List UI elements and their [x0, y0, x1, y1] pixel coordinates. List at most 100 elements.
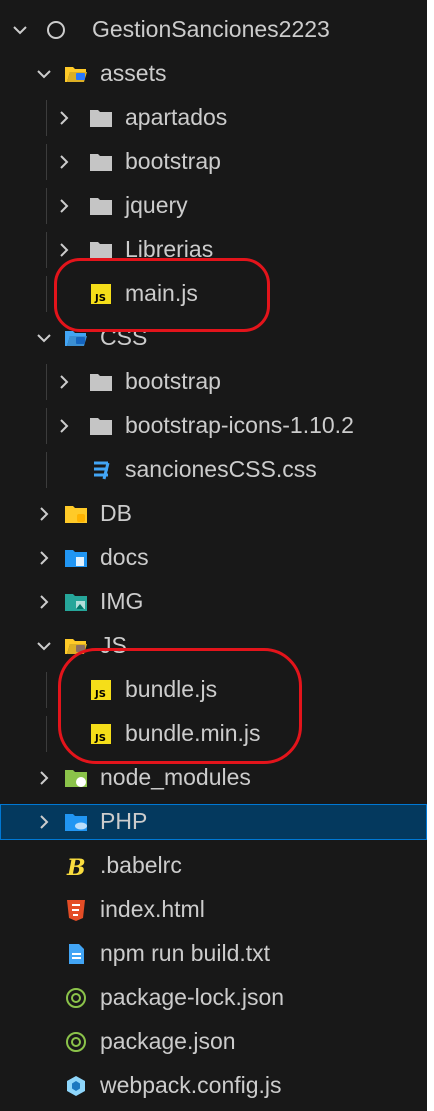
- item-label: webpack.config.js: [100, 1072, 282, 1098]
- item-label: docs: [100, 544, 149, 570]
- svg-text:JS: JS: [94, 733, 106, 744]
- chevron-right-icon[interactable]: [54, 240, 74, 260]
- npm-json-file-icon: [66, 1032, 86, 1052]
- chevron-right-icon[interactable]: [54, 416, 74, 436]
- folder-icon: [90, 418, 112, 435]
- folder-row-bootstrap[interactable]: bootstrap: [0, 364, 427, 400]
- folder-row-apartados[interactable]: apartados: [0, 100, 427, 136]
- file-row-package-lock-json[interactable]: package-lock.json: [0, 980, 427, 1016]
- html-file-icon: [67, 900, 85, 921]
- chevron-right-icon[interactable]: [34, 504, 54, 524]
- folder-row-bootstrap-icons-1-10-2[interactable]: bootstrap-icons-1.10.2: [0, 408, 427, 444]
- chevron-right-icon[interactable]: [34, 768, 54, 788]
- folder-row-bootstrap[interactable]: bootstrap: [0, 144, 427, 180]
- js-file-icon: JS: [91, 680, 111, 700]
- folder-node-icon: [65, 770, 87, 787]
- file-row-bundle-min-js[interactable]: JS bundle.min.js: [0, 716, 427, 752]
- chevron-right-icon[interactable]: [34, 548, 54, 568]
- file-row-bundle-js[interactable]: JS bundle.js: [0, 672, 427, 708]
- item-label: .babelrc: [100, 852, 182, 878]
- item-label: bootstrap: [125, 368, 221, 394]
- chevron-down-icon: [13, 26, 27, 35]
- item-label: node_modules: [100, 764, 251, 790]
- chevron-down-icon[interactable]: [34, 328, 54, 348]
- folder-js-open-icon: [65, 639, 87, 654]
- file-explorer: GestionSanciones2223 assets apartados boot…: [0, 0, 427, 1111]
- item-label: index.html: [100, 896, 205, 922]
- item-label: JS: [100, 632, 127, 658]
- file-row--babelrc[interactable]: B .babelrc: [0, 848, 427, 884]
- babel-file-icon: B: [66, 855, 86, 878]
- folder-php-icon: [65, 814, 87, 831]
- item-label: npm run build.txt: [100, 940, 271, 966]
- item-label: jquery: [125, 192, 188, 218]
- folder-icon: [90, 242, 112, 259]
- item-label: bundle.min.js: [125, 720, 261, 746]
- folder-row-node-modules[interactable]: node_modules: [0, 760, 427, 796]
- js-file-icon: JS: [91, 724, 111, 744]
- item-label: DB: [100, 500, 132, 526]
- file-row-package-json[interactable]: package.json: [0, 1024, 427, 1060]
- chevron-right-icon[interactable]: [54, 108, 74, 128]
- indent-guide: [46, 232, 47, 268]
- chevron-right-icon[interactable]: [34, 812, 54, 832]
- chevron-right-icon[interactable]: [54, 196, 74, 216]
- indent-guide: [46, 100, 47, 136]
- file-row-npm-run-build-txt[interactable]: npm run build.txt: [0, 936, 427, 972]
- root-folder[interactable]: GestionSanciones2223: [0, 12, 427, 48]
- item-label: IMG: [100, 588, 144, 614]
- folder-row-jquery[interactable]: jquery: [0, 188, 427, 224]
- item-label: CSS: [100, 324, 148, 350]
- item-label: Librerias: [125, 236, 214, 262]
- file-row-sancionescss-css[interactable]: sancionesCSS.css: [0, 452, 427, 488]
- indent-guide: [46, 188, 47, 224]
- indent-guide: [46, 408, 47, 444]
- folder-row-css[interactable]: CSS: [0, 320, 427, 356]
- folder-icon: [90, 154, 112, 171]
- folder-row-assets[interactable]: assets: [0, 56, 427, 92]
- svg-text:B: B: [66, 855, 86, 878]
- circle-icon: [47, 21, 65, 39]
- indent-guide: [46, 144, 47, 180]
- item-label: PHP: [100, 808, 148, 834]
- folder-row-php[interactable]: PHP: [0, 804, 427, 840]
- folder-row-db[interactable]: DB: [0, 496, 427, 532]
- folder-docs-icon: [65, 550, 87, 567]
- js-file-icon: JS: [91, 284, 111, 304]
- chevron-right-icon[interactable]: [54, 152, 74, 172]
- file-row-main-js[interactable]: JS main.js: [0, 276, 427, 312]
- item-label: bootstrap-icons-1.10.2: [125, 412, 354, 438]
- item-label: bundle.js: [125, 676, 218, 702]
- folder-row-docs[interactable]: docs: [0, 540, 427, 576]
- item-label: main.js: [125, 280, 198, 306]
- folder-row-librerias[interactable]: Librerias: [0, 232, 427, 268]
- chevron-right-icon[interactable]: [34, 592, 54, 612]
- item-label: apartados: [125, 104, 228, 130]
- chevron-down-icon[interactable]: [34, 636, 54, 656]
- folder-css-open-icon: [65, 331, 87, 346]
- chevron-down-icon[interactable]: [34, 64, 54, 84]
- indent-guide: [46, 364, 47, 400]
- folder-assets-open-icon: [65, 67, 87, 82]
- css-file-icon: [94, 461, 110, 480]
- indent-guide: [46, 276, 47, 312]
- item-label: sancionesCSS.css: [125, 456, 317, 482]
- svg-text:JS: JS: [94, 689, 106, 700]
- folder-row-js[interactable]: JS: [0, 628, 427, 664]
- svg-text:JS: JS: [94, 293, 106, 304]
- folder-db-icon: [65, 506, 87, 523]
- item-label: package.json: [100, 1028, 236, 1054]
- item-label: bootstrap: [125, 148, 221, 174]
- indent-guide: [46, 672, 47, 708]
- file-row-webpack-config-js[interactable]: webpack.config.js: [0, 1068, 427, 1104]
- folder-icon: [90, 198, 112, 215]
- webpack-file-icon: [67, 1076, 85, 1096]
- screenshot-margin: [427, 0, 434, 1111]
- npm-json-file-icon: [66, 988, 86, 1008]
- folder-images-icon: [65, 594, 87, 611]
- text-file-icon: [69, 944, 84, 964]
- file-row-index-html[interactable]: index.html: [0, 892, 427, 928]
- chevron-right-icon[interactable]: [54, 372, 74, 392]
- folder-icon: [90, 110, 112, 127]
- folder-row-img[interactable]: IMG: [0, 584, 427, 620]
